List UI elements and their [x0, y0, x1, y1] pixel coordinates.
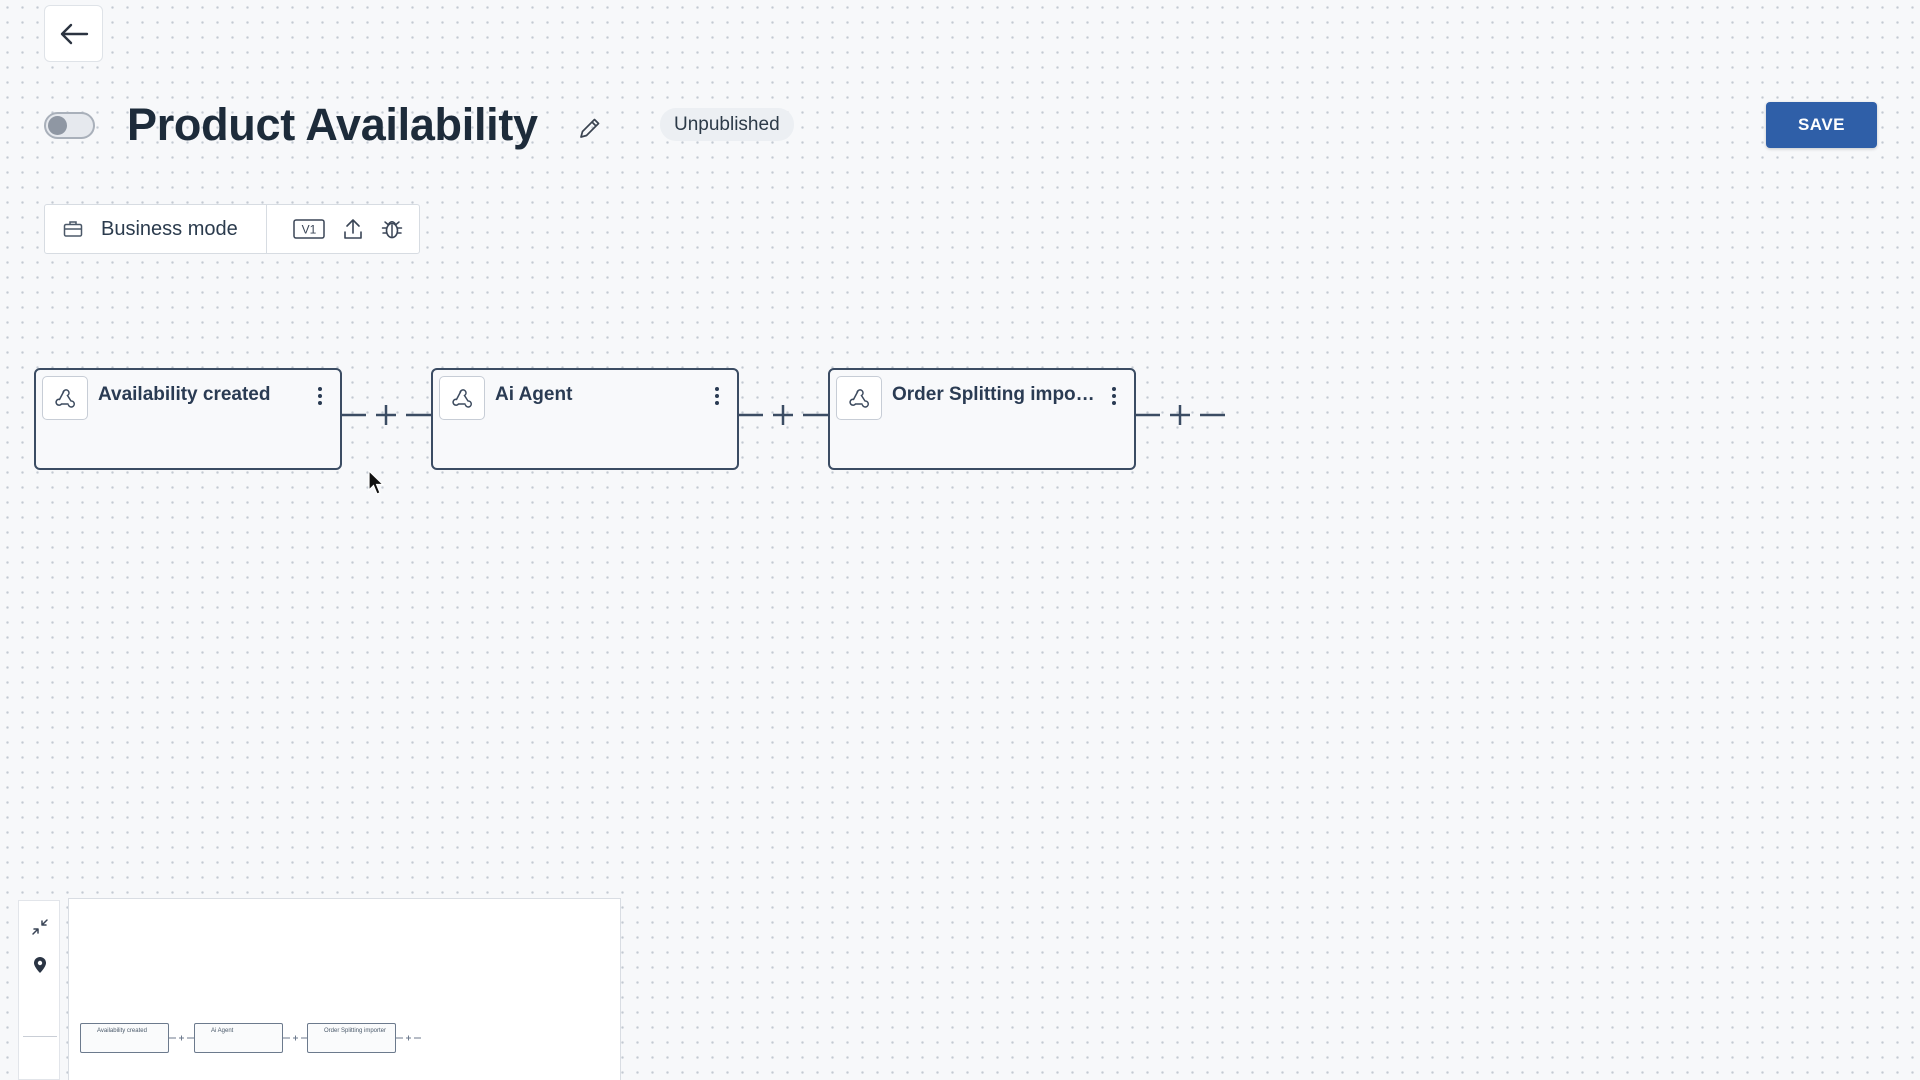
status-badge: Unpublished — [660, 108, 794, 141]
locate-button[interactable] — [28, 953, 52, 977]
minimap[interactable]: Availability created Ai Agent Order Spli… — [68, 898, 621, 1080]
edit-title-button[interactable] — [575, 113, 605, 143]
briefcase-icon — [63, 221, 83, 237]
node-title: Ai Agent — [495, 384, 573, 405]
flow-node-order-splitting[interactable]: Order Splitting import... — [828, 368, 1136, 470]
flow-node-availability-created[interactable]: Availability created — [34, 368, 342, 470]
node-title: Order Splitting import... — [892, 384, 1097, 405]
business-mode-button[interactable]: Business mode — [45, 205, 267, 253]
bug-icon — [381, 221, 402, 239]
webhook-icon — [439, 376, 485, 420]
minimap-node: Availability created — [80, 1023, 169, 1053]
minimap-node: Ai Agent — [194, 1023, 283, 1053]
page-title: Product Availability — [127, 99, 538, 150]
toggle-knob — [48, 116, 67, 135]
pencil-icon — [580, 118, 600, 138]
back-button[interactable] — [44, 5, 103, 62]
export-button[interactable] — [343, 218, 363, 240]
node-menu-button[interactable] — [711, 384, 723, 408]
location-pin-icon — [34, 957, 46, 973]
version-button[interactable]: V1 — [293, 219, 325, 239]
arrow-left-icon — [60, 23, 88, 44]
editor-toolbar: Business mode V1 — [44, 204, 420, 254]
business-mode-label: Business mode — [101, 217, 238, 240]
version-badge-icon: V1 — [293, 219, 325, 239]
webhook-icon — [836, 376, 882, 420]
workflow-active-toggle[interactable] — [44, 112, 95, 139]
add-step-connector-3[interactable] — [1136, 401, 1225, 429]
minimap-connector — [169, 1035, 194, 1041]
minimap-controls — [18, 900, 60, 1080]
node-title: Availability created — [98, 384, 271, 405]
upload-icon — [343, 219, 362, 239]
minimap-node-label: Availability created — [97, 1028, 147, 1034]
mouse-cursor-icon — [368, 470, 385, 495]
divider — [23, 1036, 57, 1037]
debug-button[interactable] — [381, 218, 403, 240]
collapse-minimap-button[interactable] — [28, 915, 52, 939]
webhook-icon — [42, 376, 88, 420]
minimap-connector — [283, 1035, 307, 1041]
minimap-node-label: Order Splitting importer — [324, 1028, 387, 1034]
flow-node-ai-agent[interactable]: Ai Agent — [431, 368, 739, 470]
collapse-arrows-icon — [32, 919, 48, 935]
minimap-connector — [396, 1035, 421, 1041]
minimap-node: Order Splitting importer — [307, 1023, 396, 1053]
save-button[interactable]: SAVE — [1766, 102, 1877, 148]
add-step-connector-1[interactable] — [342, 401, 431, 429]
node-menu-button[interactable] — [314, 384, 326, 408]
minimap-node-label: Ai Agent — [211, 1028, 234, 1034]
version-label: V1 — [301, 223, 316, 237]
add-step-connector-2[interactable] — [739, 401, 828, 429]
node-menu-button[interactable] — [1108, 384, 1120, 408]
